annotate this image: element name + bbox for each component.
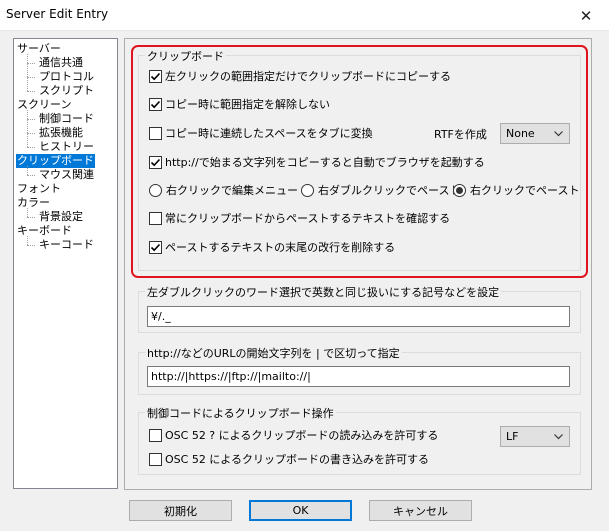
trim-newline-checkbox[interactable] <box>149 240 162 254</box>
radio-double-click-paste-label: 右ダブルクリックでペースト <box>318 184 461 197</box>
tree-connector <box>27 77 35 78</box>
word-select-input[interactable]: ¥/._ <box>147 306 570 327</box>
osc52-write-row[interactable]: OSC 52 によるクリップボードの書き込みを許可する <box>149 452 429 466</box>
tree-connector <box>27 175 35 176</box>
tree-connector <box>27 63 35 64</box>
spaces-to-tab-row[interactable]: コピー時に連続したスペースをタブに変換 <box>149 126 373 140</box>
tree-connector <box>27 147 35 148</box>
tree-connector <box>27 217 35 218</box>
osc52-read-row[interactable]: OSC 52 ? によるクリップボードの読み込みを許可する <box>149 428 438 442</box>
tree-item[interactable]: キーボード <box>16 224 73 238</box>
rtf-label: RTFを作成 <box>434 128 487 141</box>
tree-connector <box>27 110 28 147</box>
radio-click-paste-row[interactable]: 右クリックでペースト <box>453 183 579 197</box>
radio-double-click-paste[interactable] <box>301 183 314 197</box>
settings-tree[interactable]: サーバー 通信共通 プロトコル スクリプト スクリーン 制御コード 拡張機能 ヒストリー クリッ… <box>13 38 118 489</box>
tree-item[interactable]: カラー <box>16 196 51 210</box>
osc52-read-checkbox[interactable] <box>149 428 162 442</box>
rtf-select-value: None <box>506 127 535 140</box>
tree-item[interactable]: ヒストリー <box>38 140 95 154</box>
tree-connector <box>27 133 35 134</box>
tree-item[interactable]: プロトコル <box>38 70 95 84</box>
confirm-paste-label: 常にクリップボードからペーストするテキストを確認する <box>165 212 451 225</box>
radio-edit-menu-row[interactable]: 右クリックで編集メニュー <box>149 183 298 197</box>
osc52-write-checkbox[interactable] <box>149 452 162 466</box>
radio-edit-menu-label: 右クリックで編集メニュー <box>166 184 298 197</box>
tree-item[interactable]: フォント <box>16 182 62 196</box>
keep-selection-row[interactable]: コピー時に範囲指定を解除しない <box>149 97 330 111</box>
radio-click-paste-label: 右クリックでペースト <box>470 184 580 197</box>
trim-newline-label: ペーストするテキストの末尾の改行を削除する <box>165 241 396 254</box>
init-button[interactable]: 初期化 <box>129 500 232 521</box>
spaces-to-tab-label: コピー時に連続したスペースをタブに変換 <box>165 127 373 140</box>
tree-item[interactable]: スクリプト <box>38 84 95 98</box>
osc52-write-label: OSC 52 によるクリップボードの書き込みを許可する <box>165 453 429 466</box>
tree-item[interactable]: 背景設定 <box>38 210 84 224</box>
url-prefix-input[interactable]: http://|https://|ftp://|mailto://| <box>147 366 570 387</box>
radio-edit-menu[interactable] <box>149 183 162 197</box>
radio-double-click-paste-row[interactable]: 右ダブルクリックでペースト <box>301 183 460 197</box>
auto-browser-row[interactable]: http://で始まる文字列をコピーすると自動でブラウザを起動する <box>149 155 485 169</box>
tree-connector <box>27 166 28 175</box>
tree-item[interactable]: マウス関連 <box>38 168 95 182</box>
auto-browser-label: http://で始まる文字列をコピーすると自動でブラウザを起動する <box>165 156 485 169</box>
copy-on-select-checkbox[interactable] <box>149 69 162 83</box>
confirm-paste-row[interactable]: 常にクリップボードからペーストするテキストを確認する <box>149 211 450 225</box>
osc52-newline-select[interactable]: LF <box>500 426 570 447</box>
word-select-group-label: 左ダブルクリックのワード選択で英数と同じ扱いにする記号などを設定 <box>145 284 502 300</box>
tree-item[interactable]: 制御コード <box>38 112 95 126</box>
tree-connector <box>27 54 28 91</box>
tree-item[interactable]: キーコード <box>38 238 95 252</box>
copy-on-select-row[interactable]: 左クリックの範囲指定だけでクリップボードにコピーする <box>149 69 451 83</box>
cancel-button[interactable]: キャンセル <box>369 500 472 521</box>
confirm-paste-checkbox[interactable] <box>149 211 162 225</box>
osc52-read-label: OSC 52 ? によるクリップボードの読み込みを許可する <box>165 429 439 442</box>
chevron-down-icon <box>554 434 563 440</box>
tree-item[interactable]: スクリーン <box>16 98 72 112</box>
auto-browser-checkbox[interactable] <box>149 155 162 169</box>
clipboard-group-label: クリップボード <box>145 48 226 64</box>
chevron-down-icon <box>554 131 563 137</box>
tree-connector <box>27 236 28 245</box>
tree-item[interactable]: 拡張機能 <box>38 126 84 140</box>
tree-connector <box>27 245 35 246</box>
close-button[interactable]: ✕ <box>563 0 609 31</box>
trim-newline-row[interactable]: ペーストするテキストの末尾の改行を削除する <box>149 240 395 254</box>
control-code-group-label: 制御コードによるクリップボード操作 <box>145 405 336 421</box>
osc52-newline-select-value: LF <box>506 430 519 443</box>
keep-selection-checkbox[interactable] <box>149 97 162 111</box>
tree-item[interactable]: 通信共通 <box>38 56 84 70</box>
ok-button[interactable]: OK <box>249 500 352 521</box>
rtf-select[interactable]: None <box>500 123 570 144</box>
title-bar: Server Edit Entry ✕ <box>0 0 609 31</box>
copy-on-select-label: 左クリックの範囲指定だけでクリップボードにコピーする <box>165 70 451 83</box>
tree-item[interactable]: サーバー <box>16 42 62 56</box>
tree-connector <box>27 91 35 92</box>
close-icon: ✕ <box>579 6 593 25</box>
keep-selection-label: コピー時に範囲指定を解除しない <box>165 98 330 111</box>
url-prefix-group-label: http://などのURLの開始文字列を | で区切って指定 <box>145 345 402 361</box>
radio-click-paste[interactable] <box>453 183 466 197</box>
window-title: Server Edit Entry <box>6 7 109 21</box>
tree-connector <box>27 119 35 120</box>
tree-connector <box>27 208 28 217</box>
spaces-to-tab-checkbox[interactable] <box>149 126 162 140</box>
